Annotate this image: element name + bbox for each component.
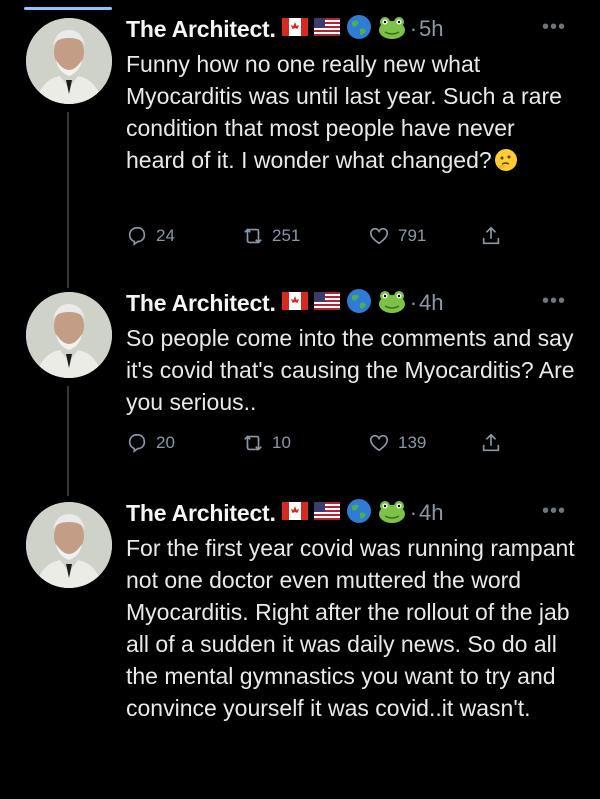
like-button[interactable]: 791	[368, 225, 480, 247]
reply-count: 20	[156, 433, 175, 452]
retweet-count: 10	[272, 433, 291, 452]
frog-icon	[378, 15, 406, 44]
retweet-count: 251	[272, 226, 301, 245]
canada-flag-icon	[281, 291, 308, 315]
thinking-face-icon	[494, 148, 518, 172]
reply-button[interactable]: 24	[126, 225, 242, 247]
reply-count: 24	[156, 226, 175, 245]
tweet-actions: 24 251 791	[126, 225, 526, 247]
more-options-icon[interactable]: •••	[542, 500, 566, 523]
like-icon	[369, 434, 389, 452]
frog-icon	[378, 289, 406, 318]
globe-icon	[346, 14, 372, 45]
retweet-button[interactable]: 10	[242, 432, 368, 454]
scroll-indicator	[24, 7, 112, 10]
like-button[interactable]: 139	[368, 432, 480, 454]
share-button[interactable]	[480, 225, 502, 247]
usa-flag-icon	[313, 17, 340, 41]
tweet-actions: 20 10 139	[126, 432, 526, 454]
reply-icon	[128, 433, 146, 453]
avatar-image	[26, 292, 112, 378]
avatar[interactable]	[26, 18, 112, 104]
avatar[interactable]	[26, 292, 112, 378]
usa-flag-icon	[313, 291, 340, 315]
tweet-text: For the first year covid was running ram…	[126, 535, 575, 721]
thread-connector	[67, 112, 69, 288]
share-icon	[482, 433, 500, 452]
avatar-image	[26, 18, 112, 104]
timestamp[interactable]: 4h	[419, 290, 443, 316]
avatar[interactable]	[26, 502, 112, 588]
thread-connector	[67, 386, 69, 496]
reply-button[interactable]: 20	[126, 432, 242, 454]
share-icon	[482, 226, 500, 245]
timestamp[interactable]: 4h	[419, 500, 443, 526]
tweet-text: So people come into the comments and say…	[126, 325, 575, 415]
retweet-button[interactable]: 251	[242, 225, 368, 247]
author-name[interactable]: The Architect.	[126, 16, 276, 43]
globe-icon	[346, 288, 372, 319]
reply-icon	[128, 226, 146, 246]
more-options-icon[interactable]: •••	[542, 16, 566, 39]
retweet-icon	[244, 435, 262, 451]
author-name[interactable]: The Architect.	[126, 500, 276, 527]
like-icon	[369, 227, 389, 245]
frog-icon	[378, 499, 406, 528]
more-options-icon[interactable]: •••	[542, 290, 566, 313]
share-button[interactable]	[480, 432, 502, 454]
like-count: 139	[398, 433, 427, 452]
canada-flag-icon	[281, 501, 308, 525]
like-count: 791	[398, 226, 427, 245]
avatar-image	[26, 502, 112, 588]
author-name[interactable]: The Architect.	[126, 290, 276, 317]
usa-flag-icon	[313, 501, 340, 525]
retweet-icon	[244, 228, 262, 244]
canada-flag-icon	[281, 17, 308, 41]
globe-icon	[346, 498, 372, 529]
timestamp[interactable]: 5h	[419, 16, 443, 42]
